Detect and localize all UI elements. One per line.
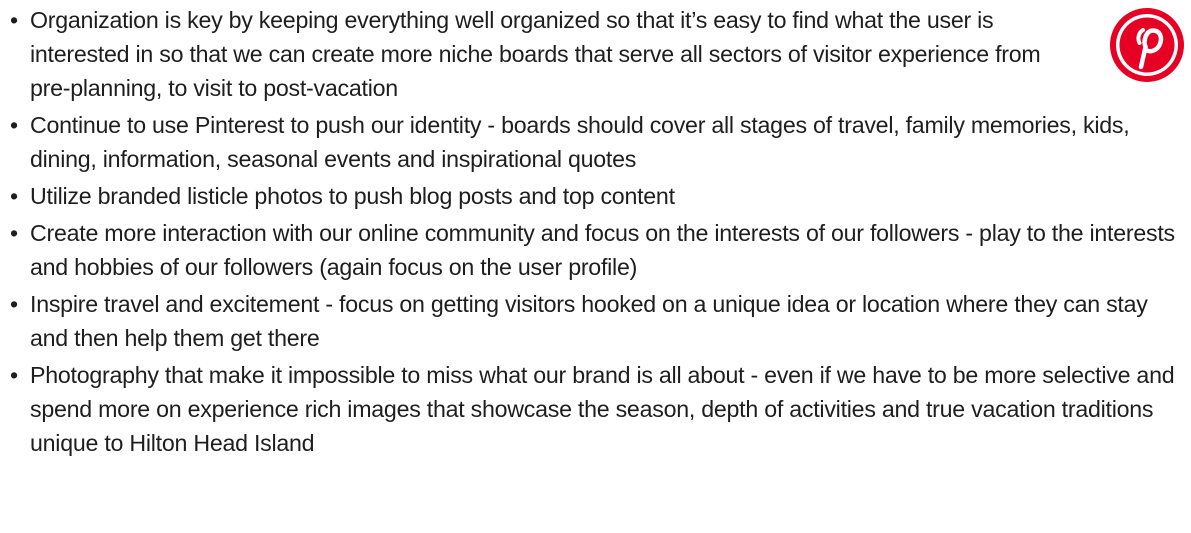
bullet-item: Continue to use Pinterest to push our id… bbox=[10, 108, 1188, 176]
bullet-list: Organization is key by keeping everythin… bbox=[10, 3, 1188, 463]
bullet-item: Create more interaction with our online … bbox=[10, 216, 1188, 284]
bullet-item: Utilize branded listicle photos to push … bbox=[10, 179, 1188, 213]
bullet-text: Photography that make it impossible to m… bbox=[30, 362, 1175, 456]
bullet-text: Utilize branded listicle photos to push … bbox=[30, 183, 675, 209]
bullet-item: Inspire travel and excitement - focus on… bbox=[10, 287, 1188, 355]
bullet-text: Inspire travel and excitement - focus on… bbox=[30, 291, 1148, 351]
bullet-text: Organization is key by keeping everythin… bbox=[30, 7, 1041, 101]
bullet-item: Organization is key by keeping everythin… bbox=[10, 3, 1090, 105]
pinterest-logo-icon bbox=[1109, 7, 1185, 83]
bullet-text: Continue to use Pinterest to push our id… bbox=[30, 112, 1130, 172]
bullet-text: Create more interaction with our online … bbox=[30, 220, 1175, 280]
bullet-item: Photography that make it impossible to m… bbox=[10, 358, 1188, 460]
